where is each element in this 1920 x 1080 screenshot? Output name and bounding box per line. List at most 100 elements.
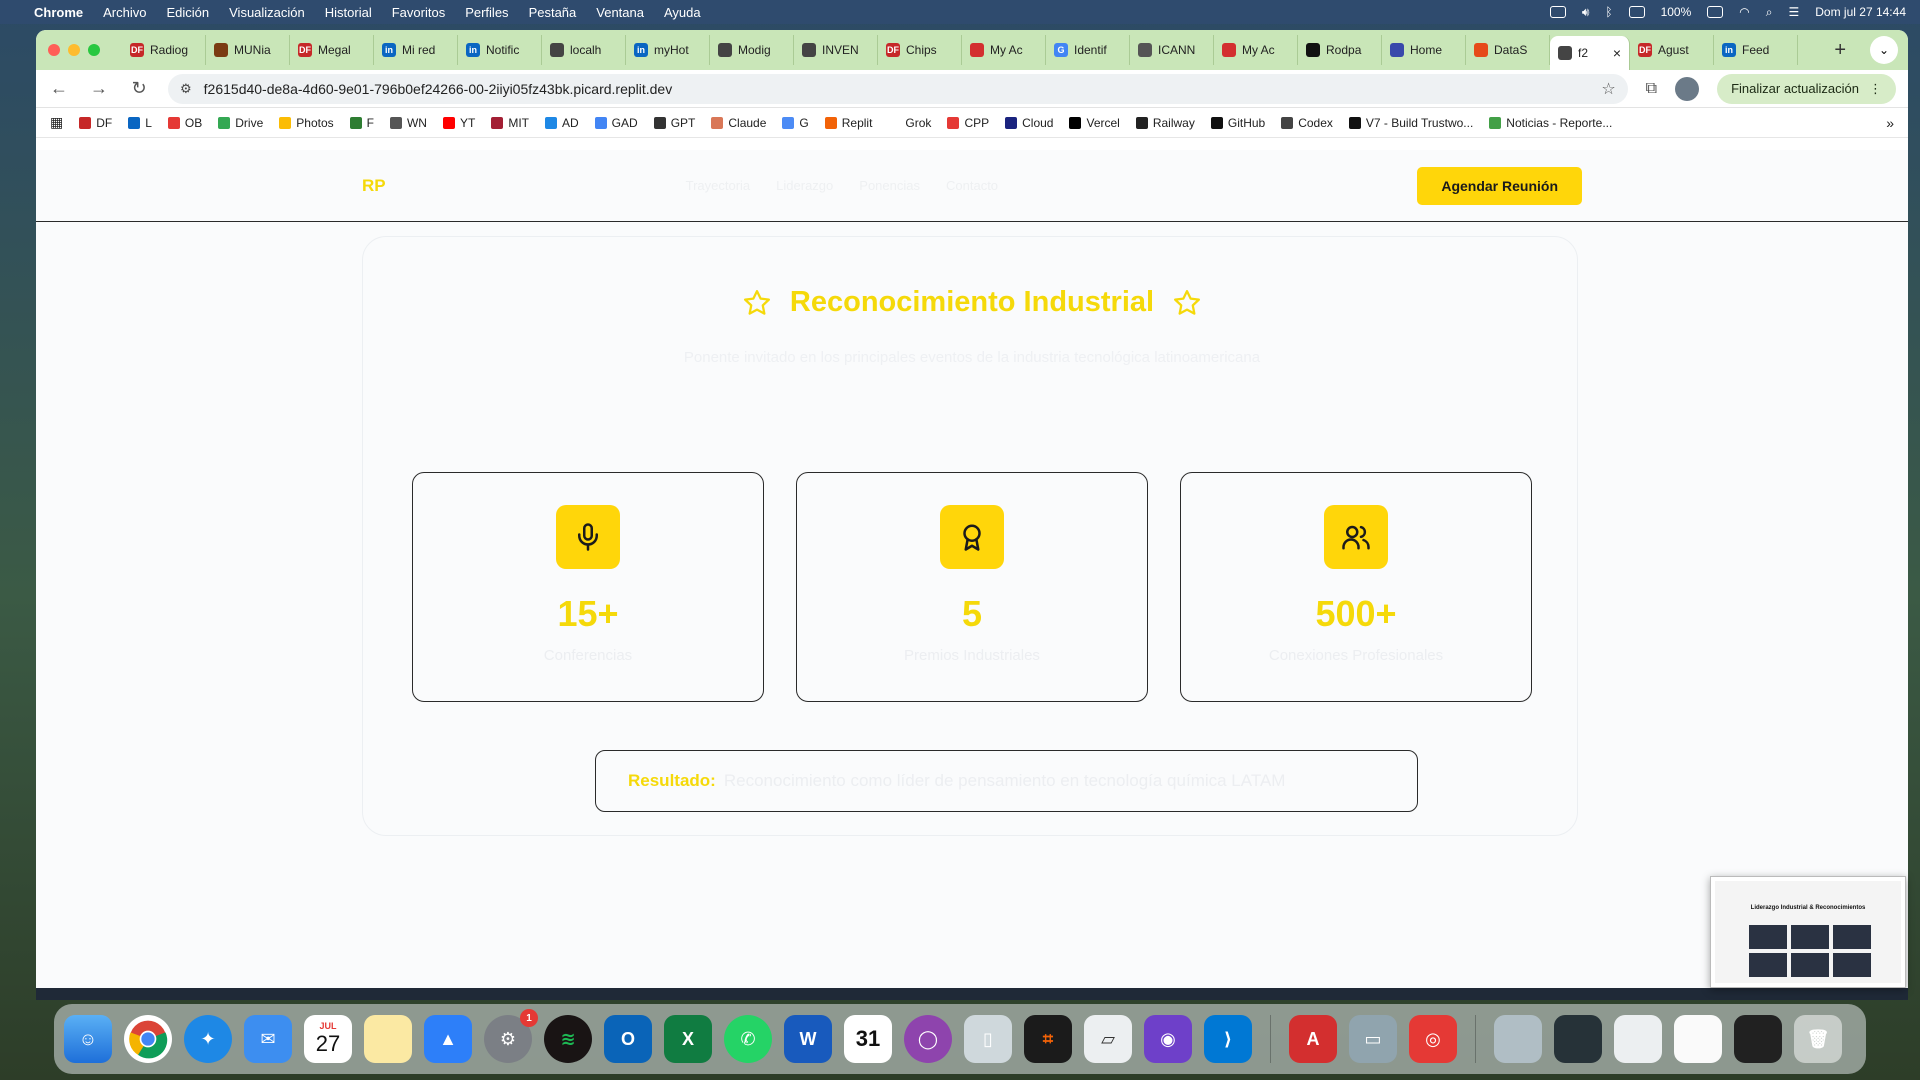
bookmark-item[interactable]: L bbox=[128, 116, 152, 130]
bookmark-item[interactable]: CPP bbox=[947, 116, 989, 130]
control-center-icon[interactable]: ☰ bbox=[1789, 5, 1800, 19]
reload-button[interactable]: ↻ bbox=[128, 78, 150, 99]
vscode-icon[interactable]: ⟩ bbox=[1204, 1015, 1252, 1063]
browser-tab[interactable]: Home bbox=[1382, 35, 1466, 65]
menu-edicion[interactable]: Edición bbox=[166, 5, 209, 20]
browser-tab[interactable]: localh bbox=[542, 35, 626, 65]
browser-tab[interactable]: DataS bbox=[1466, 35, 1550, 65]
bookmark-item[interactable]: Noticias - Reporte... bbox=[1489, 116, 1612, 130]
replit-icon[interactable]: ⌗ bbox=[1024, 1015, 1072, 1063]
screen-icon[interactable] bbox=[1549, 6, 1566, 18]
calendar-icon[interactable]: JUL 27 bbox=[304, 1015, 352, 1063]
bookmark-item[interactable]: G bbox=[782, 116, 809, 130]
url-text[interactable]: f2615d40-de8a-4d60-9e01-796b0ef24266-00-… bbox=[204, 81, 673, 97]
nav-item-trayectoria[interactable]: Trayectoria bbox=[686, 178, 751, 193]
menu-archivo[interactable]: Archivo bbox=[103, 5, 146, 20]
bookmark-item[interactable]: Cloud bbox=[1005, 116, 1053, 130]
terminal-app-icon[interactable]: ▱ bbox=[1084, 1015, 1132, 1063]
profile-avatar[interactable] bbox=[1675, 76, 1700, 101]
apps-grid-icon[interactable]: ▦ bbox=[50, 114, 63, 131]
bookmark-item[interactable]: Grok bbox=[888, 116, 931, 130]
bookmark-item[interactable]: OB bbox=[167, 116, 202, 130]
circle-app-icon[interactable]: ◯ bbox=[904, 1015, 952, 1063]
chrome-icon[interactable] bbox=[124, 1015, 172, 1063]
recent-doc-icon[interactable] bbox=[1494, 1015, 1542, 1063]
screenshot-thumbnail[interactable]: Liderazgo Industrial & Reconocimientos bbox=[1710, 876, 1906, 988]
site-info-icon[interactable]: ⚙ bbox=[180, 81, 192, 97]
bookmark-star-icon[interactable]: ☆ bbox=[1601, 79, 1615, 99]
bookmark-item[interactable]: DF bbox=[79, 116, 112, 130]
acrobat-icon[interactable]: A bbox=[1289, 1015, 1337, 1063]
notes-icon[interactable] bbox=[364, 1015, 412, 1063]
browser-tab[interactable]: in myHot bbox=[626, 35, 710, 65]
iphone-mirroring-icon[interactable]: ▯ bbox=[964, 1015, 1012, 1063]
nav-item-contacto[interactable]: Contacto bbox=[946, 178, 998, 193]
browser-tab[interactable]: in Notific bbox=[458, 35, 542, 65]
bookmark-item[interactable]: V7 - Build Trustwo... bbox=[1348, 116, 1473, 130]
address-bar[interactable]: ⚙ f2615d40-de8a-4d60-9e01-796b0ef24266-0… bbox=[168, 73, 1628, 104]
browser-tab[interactable]: Modig bbox=[710, 35, 794, 65]
bookmark-item[interactable]: Claude bbox=[711, 116, 766, 130]
browser-tab[interactable]: G Identif bbox=[1046, 35, 1130, 65]
browser-tab[interactable]: DF Megal bbox=[290, 35, 374, 65]
system-settings-icon[interactable]: ⚙ 1 bbox=[484, 1009, 538, 1063]
browser-tab[interactable]: f2 × bbox=[1550, 36, 1630, 70]
photo-booth-icon[interactable]: ◎ bbox=[1409, 1015, 1457, 1063]
wifi-icon[interactable]: ◠ bbox=[1739, 5, 1749, 19]
browser-tab[interactable]: My Ac bbox=[962, 35, 1046, 65]
browser-tab[interactable]: Rodpa bbox=[1298, 35, 1382, 65]
calendar-app-icon[interactable]: 31 bbox=[844, 1015, 892, 1063]
menu-ventana[interactable]: Ventana bbox=[596, 5, 644, 20]
nav-item-liderazgo[interactable]: Liderazgo bbox=[776, 178, 833, 193]
minimize-window-button[interactable] bbox=[68, 44, 80, 56]
browser-tab[interactable]: DF Radiog bbox=[122, 35, 206, 65]
safari-icon[interactable]: ✦ bbox=[184, 1015, 232, 1063]
browser-tab[interactable]: DF Chips bbox=[878, 35, 962, 65]
menu-chrome[interactable]: Chrome bbox=[34, 5, 83, 20]
update-button[interactable]: Finalizar actualización ⋮ bbox=[1717, 73, 1896, 104]
recent-file-icon[interactable] bbox=[1674, 1015, 1722, 1063]
menu-ayuda[interactable]: Ayuda bbox=[664, 5, 701, 20]
word-icon[interactable]: W bbox=[784, 1015, 832, 1063]
menubar-datetime[interactable]: Dom jul 27 14:44 bbox=[1815, 5, 1906, 19]
bookmark-item[interactable]: WN bbox=[389, 116, 427, 130]
browser-tab[interactable]: in Feed bbox=[1714, 35, 1798, 65]
bluetooth-icon[interactable]: ᛒ bbox=[1605, 5, 1612, 19]
bookmark-item[interactable]: AD bbox=[545, 116, 579, 130]
finder-icon[interactable]: ☺ bbox=[64, 1015, 112, 1063]
schedule-meeting-button[interactable]: Agendar Reunión bbox=[1417, 166, 1582, 205]
bookmark-item[interactable]: GPT bbox=[653, 116, 695, 130]
battery-icon[interactable] bbox=[1707, 6, 1724, 18]
bookmark-item[interactable]: YT bbox=[442, 116, 475, 130]
menu-historial[interactable]: Historial bbox=[325, 5, 372, 20]
bookmark-item[interactable]: Replit bbox=[824, 116, 872, 130]
new-tab-button[interactable]: + bbox=[1820, 39, 1860, 62]
whatsapp-icon[interactable]: ✆ bbox=[724, 1015, 772, 1063]
bookmark-item[interactable]: Vercel bbox=[1069, 116, 1120, 130]
recent-window-icon[interactable] bbox=[1554, 1015, 1602, 1063]
extensions-icon[interactable]: ⧉ bbox=[1646, 80, 1657, 98]
back-button[interactable]: ← bbox=[48, 78, 70, 99]
recent-terminal-icon[interactable] bbox=[1734, 1015, 1782, 1063]
site-logo[interactable]: RP bbox=[362, 176, 386, 196]
nav-item-ponencias[interactable]: Ponencias bbox=[859, 178, 920, 193]
display-icon[interactable] bbox=[1628, 6, 1645, 18]
recent-pdf-icon[interactable] bbox=[1614, 1015, 1662, 1063]
keynote-icon[interactable]: ▲ bbox=[424, 1015, 472, 1063]
tab-search-button[interactable]: ⌄ bbox=[1870, 36, 1898, 64]
bookmark-item[interactable]: GitHub bbox=[1210, 116, 1265, 130]
github-desktop-icon[interactable]: ◉ bbox=[1144, 1015, 1192, 1063]
trash-icon[interactable]: 🗑︎ bbox=[1794, 1015, 1842, 1063]
close-window-button[interactable] bbox=[48, 44, 60, 56]
preview-icon[interactable]: ▭ bbox=[1349, 1015, 1397, 1063]
browser-tab[interactable]: ICANN bbox=[1130, 35, 1214, 65]
bookmark-item[interactable]: Codex bbox=[1281, 116, 1333, 130]
browser-tab[interactable]: MUNia bbox=[206, 35, 290, 65]
outlook-icon[interactable]: O bbox=[604, 1015, 652, 1063]
more-menu-icon[interactable]: ⋮ bbox=[1869, 81, 1882, 97]
menu-favoritos[interactable]: Favoritos bbox=[392, 5, 445, 20]
browser-tab[interactable]: INVEN bbox=[794, 35, 878, 65]
volume-icon[interactable]: 🔊︎ bbox=[1582, 5, 1590, 20]
bookmark-item[interactable]: Railway bbox=[1135, 116, 1195, 130]
spotlight-icon[interactable]: ⌕ bbox=[1766, 5, 1773, 20]
